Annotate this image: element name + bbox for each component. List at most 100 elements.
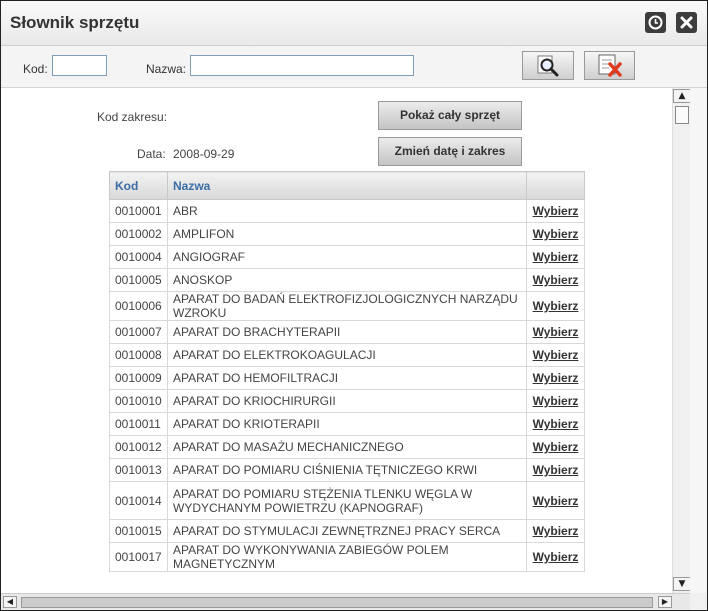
select-link[interactable]: Wybierz (533, 227, 579, 241)
horizontal-scrollbar[interactable]: ◀ ▶ (1, 593, 690, 610)
cell-kod: 0010008 (109, 343, 168, 367)
cell-nazwa: APARAT DO POMIARU CIŚNIENIA TĘTNICZEGO K… (167, 458, 527, 482)
nazwa-input[interactable] (190, 55, 414, 76)
equipment-table: Kod Nazwa 0010001 ABR Wybierz 0010002 AMPLIF… (109, 171, 585, 572)
refresh-button[interactable] (645, 12, 666, 33)
data-value: 2008-09-29 (173, 147, 235, 161)
cell-kod: 0010017 (109, 542, 168, 572)
cell-action: Wybierz (526, 481, 585, 520)
cell-action: Wybierz (526, 542, 585, 572)
dictionary-window: Słownik sprzętu Kod: Nazwa: Kod zakresu:… (0, 0, 708, 611)
select-link[interactable]: Wybierz (533, 299, 579, 313)
cell-kod: 0010001 (109, 199, 168, 223)
cell-nazwa: APARAT DO STYMULACJI ZEWNĘTRZNEJ PRACY S… (167, 519, 527, 543)
table-row: 0010005 ANOSKOP Wybierz (109, 268, 585, 292)
cell-action: Wybierz (526, 343, 585, 367)
select-link[interactable]: Wybierz (533, 325, 579, 339)
table-row: 0010008 APARAT DO ELEKTROKOAGULACJI Wybier… (109, 343, 585, 367)
table-row: 0010009 APARAT DO HEMOFILTRACJI Wybierz (109, 366, 585, 390)
select-link[interactable]: Wybierz (533, 348, 579, 362)
refresh-icon (648, 15, 663, 30)
table-row: 0010002 AMPLIFON Wybierz (109, 222, 585, 246)
change-date-button[interactable]: Zmień datę i zakres (378, 137, 522, 166)
cell-kod: 0010010 (109, 389, 168, 413)
clear-button[interactable] (584, 51, 635, 80)
column-header-action (526, 171, 585, 200)
data-label: Data: (137, 147, 166, 161)
cell-nazwa: APARAT DO HEMOFILTRACJI (167, 366, 527, 390)
scroll-down-arrow-icon[interactable]: ▼ (673, 577, 691, 591)
scroll-left-arrow-icon[interactable]: ◀ (3, 596, 17, 608)
table-row: 0010001 ABR Wybierz (109, 199, 585, 223)
cell-kod: 0010009 (109, 366, 168, 390)
window-title: Słownik sprzętu (10, 13, 140, 32)
table-row: 0010013 APARAT DO POMIARU CIŚNIENIA TĘTNI… (109, 458, 585, 482)
select-link[interactable]: Wybierz (533, 204, 579, 218)
cell-kod: 0010013 (109, 458, 168, 482)
clear-icon (598, 54, 622, 77)
cell-nazwa: APARAT DO POMIARU STĘŻENIA TLENKU WĘGLA … (167, 481, 527, 520)
cell-action: Wybierz (526, 389, 585, 413)
cell-nazwa: ABR (167, 199, 527, 223)
column-header-nazwa[interactable]: Nazwa (167, 171, 527, 200)
title-bar: Słownik sprzętu (1, 1, 707, 46)
select-link[interactable]: Wybierz (533, 440, 579, 454)
cell-action: Wybierz (526, 245, 585, 269)
kod-zakresu-label: Kod zakresu: (97, 110, 168, 124)
cell-nazwa: AMPLIFON (167, 222, 527, 246)
cell-nazwa: APARAT DO WYKONYWANIA ZABIEGÓW POLEM MAG… (167, 542, 527, 572)
kod-input[interactable] (52, 55, 107, 76)
cell-action: Wybierz (526, 291, 585, 321)
horizontal-scroll-thumb[interactable] (21, 597, 653, 608)
table-header-row: Kod Nazwa (109, 171, 585, 200)
search-button[interactable] (522, 51, 574, 80)
nazwa-label: Nazwa: (146, 62, 187, 76)
table-row: 0010012 APARAT DO MASAŻU MECHANICZNEGO Wyb… (109, 435, 585, 459)
select-link[interactable]: Wybierz (533, 273, 579, 287)
kod-label: Kod: (23, 62, 48, 76)
results-panel: Kod zakresu: Pokaż cały sprzęt Data: 200… (1, 88, 672, 593)
select-link[interactable]: Wybierz (533, 417, 579, 431)
vertical-scroll-thumb[interactable] (675, 106, 689, 124)
select-link[interactable]: Wybierz (533, 463, 579, 477)
cell-nazwa: APARAT DO BADAŃ ELEKTROFIZJOLOGICZNYCH N… (167, 291, 527, 321)
select-link[interactable]: Wybierz (533, 371, 579, 385)
cell-nazwa: APARAT DO KRIOTERAPII (167, 412, 527, 436)
table-row: 0010011 APARAT DO KRIOTERAPII Wybierz (109, 412, 585, 436)
filter-toolbar: Kod: Nazwa: (1, 46, 707, 88)
cell-action: Wybierz (526, 458, 585, 482)
close-button[interactable] (676, 12, 697, 33)
cell-nazwa: APARAT DO KRIOCHIRURGII (167, 389, 527, 413)
select-link[interactable]: Wybierz (533, 250, 579, 264)
cell-action: Wybierz (526, 519, 585, 543)
scroll-right-arrow-icon[interactable]: ▶ (658, 596, 672, 608)
cell-kod: 0010002 (109, 222, 168, 246)
scroll-up-arrow-icon[interactable]: ▲ (673, 89, 691, 103)
cell-action: Wybierz (526, 412, 585, 436)
show-all-equipment-button[interactable]: Pokaż cały sprzęt (378, 101, 522, 130)
select-link[interactable]: Wybierz (533, 524, 579, 538)
cell-kod: 0010011 (109, 412, 168, 436)
table-row: 0010010 APARAT DO KRIOCHIRURGII Wybierz (109, 389, 585, 413)
right-margin (690, 88, 707, 593)
vertical-scrollbar[interactable]: ▲ ▼ (672, 88, 691, 593)
table-row: 0010015 APARAT DO STYMULACJI ZEWNĘTRZNEJ … (109, 519, 585, 543)
cell-kod: 0010005 (109, 268, 168, 292)
select-link[interactable]: Wybierz (533, 394, 579, 408)
select-link[interactable]: Wybierz (533, 494, 579, 508)
cell-nazwa: APARAT DO ELEKTROKOAGULACJI (167, 343, 527, 367)
cell-nazwa: ANOSKOP (167, 268, 527, 292)
cell-nazwa: APARAT DO BRACHYTERAPII (167, 320, 527, 344)
cell-action: Wybierz (526, 435, 585, 459)
table-row: 0010007 APARAT DO BRACHYTERAPII Wybierz (109, 320, 585, 344)
cell-kod: 0010012 (109, 435, 168, 459)
cell-action: Wybierz (526, 320, 585, 344)
cell-nazwa: APARAT DO MASAŻU MECHANICZNEGO (167, 435, 527, 459)
cell-nazwa: ANGIOGRAF (167, 245, 527, 269)
select-link[interactable]: Wybierz (533, 550, 579, 564)
column-header-kod[interactable]: Kod (109, 171, 168, 200)
cell-action: Wybierz (526, 366, 585, 390)
scroll-corner (690, 593, 707, 610)
magnifier-icon (537, 55, 559, 77)
table-row: 0010014 APARAT DO POMIARU STĘŻENIA TLENKU… (109, 481, 585, 520)
